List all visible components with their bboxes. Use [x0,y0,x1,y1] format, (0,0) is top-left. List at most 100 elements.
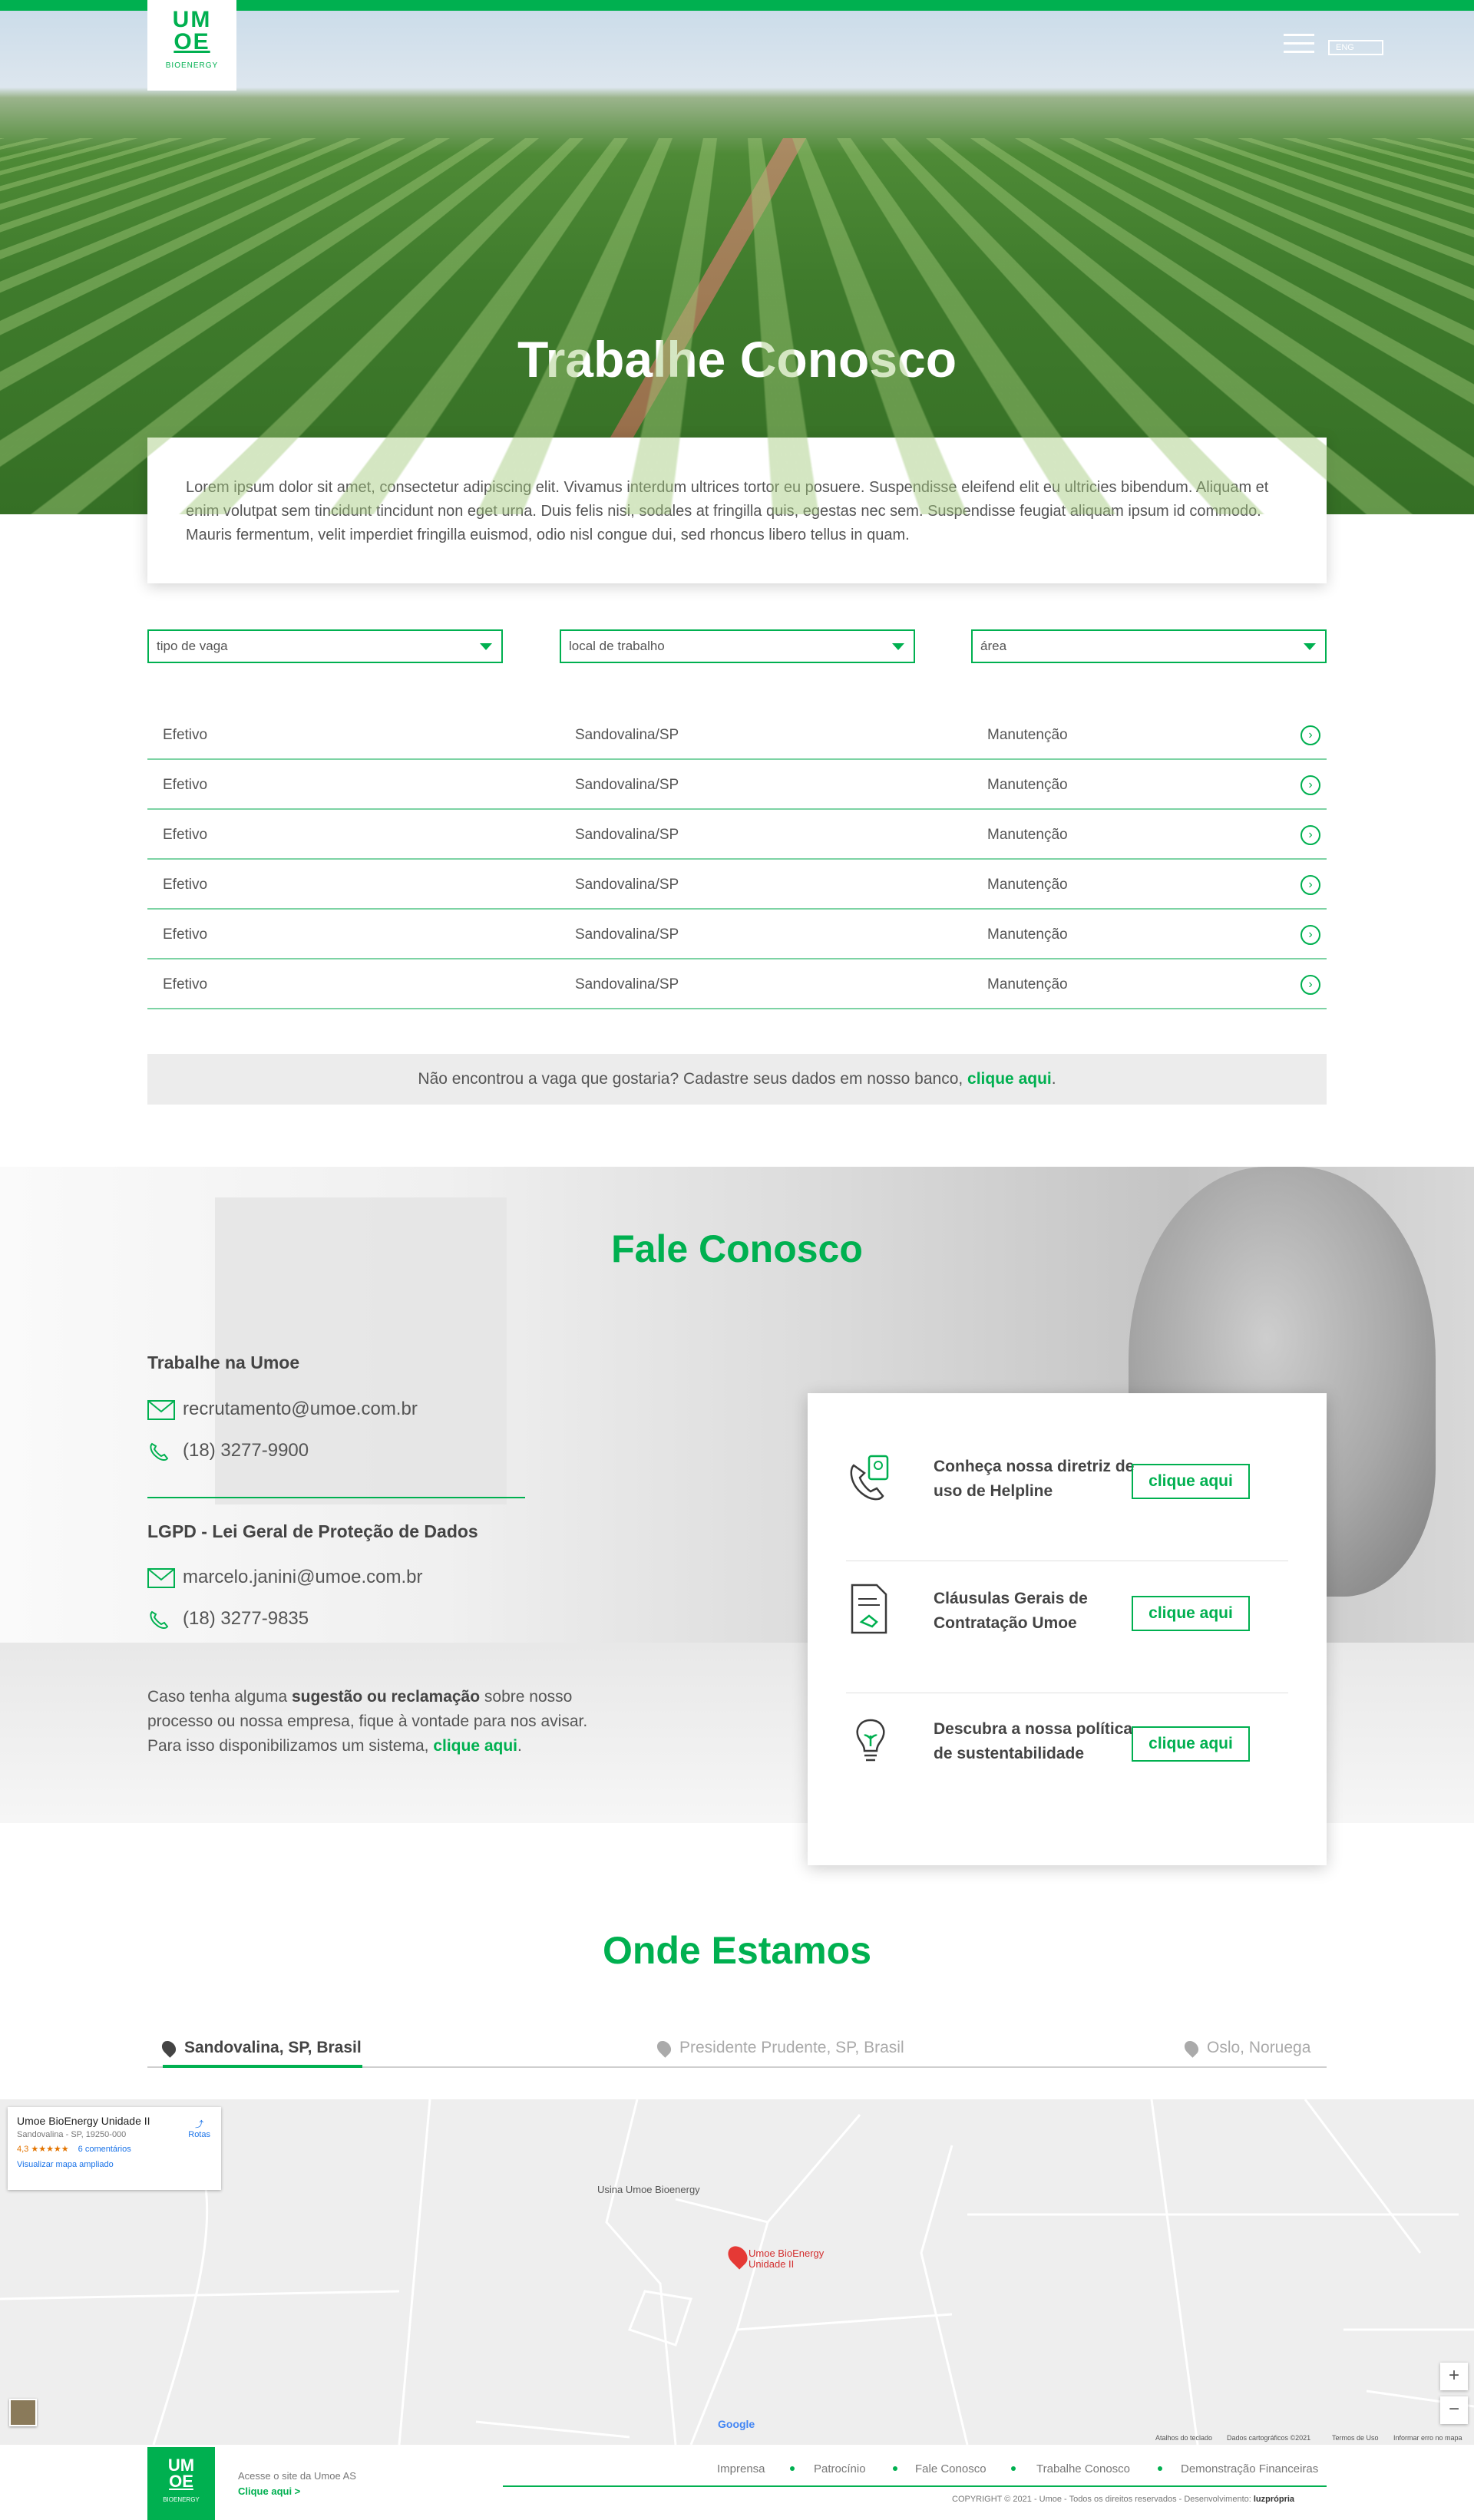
map-enlarge-link[interactable]: Visualizar mapa ampliado [17,2160,212,2169]
filter-area[interactable]: área [971,629,1327,663]
job-row[interactable]: Efetivo Sandovalina/SP Manutenção › [147,760,1327,810]
job-tipo: Efetivo [163,926,208,943]
arrow-right-icon[interactable]: › [1300,775,1320,795]
footer-nav-patrocinio[interactable]: Patrocínio [814,2462,866,2475]
directions-label: Rotas [188,2130,210,2139]
phone-icon [150,1610,169,1629]
footer-logo-sub: BIOENERGY [163,2496,200,2503]
footer-line [503,2485,1327,2487]
job-row[interactable]: Efetivo Sandovalina/SP Manutenção › [147,810,1327,860]
tab-label: Sandovalina, SP, Brasil [184,2039,362,2056]
footer-logo-bottom: OE [169,2472,193,2491]
policy-helpline-button[interactable]: clique aqui [1132,1464,1250,1499]
map-label-marker[interactable]: Umoe BioEnergy Unidade II [749,2248,825,2270]
mail-icon [147,1567,175,1588]
map-terms[interactable]: Termos de Uso [1332,2434,1379,2442]
notice-text: Não encontrou a vaga que gostaria? Cadas… [418,1070,968,1088]
location-pin-icon [159,2038,179,2059]
phone-text: (18) 3277-9835 [183,1608,309,1629]
zoom-out-button[interactable]: − [1440,2396,1468,2424]
chevron-down-icon [480,643,492,650]
arrow-right-icon[interactable]: › [1300,825,1320,845]
job-area: Manutenção [987,877,1068,893]
chevron-down-icon [1304,643,1316,650]
footer-site-link[interactable]: Clique aqui > [238,2485,300,2497]
contact-group2-phone[interactable]: (18) 3277-9835 [147,1608,309,1630]
phone-text: (18) 3277-9900 [183,1440,309,1461]
map-roads [0,2099,1474,2445]
arrow-right-icon[interactable]: › [1300,975,1320,995]
notice-end: . [1051,1070,1056,1088]
contact-title: Fale Conosco [611,1227,863,1270]
footer-site-text: Acesse o site da Umoe AS [238,2470,356,2482]
contract-icon [851,1584,887,1634]
policy-helpline: Conheça nossa diretriz de uso de Helplin… [846,1419,1288,1534]
footer-nav-imprensa[interactable]: Imprensa [717,2462,765,2475]
arrow-right-icon[interactable]: › [1300,875,1320,895]
footer-logo[interactable]: UM OE BIOENERGY [147,2447,215,2520]
footer-nav-demonstracao[interactable]: Demonstração Financeiras [1181,2462,1318,2475]
job-local: Sandovalina/SP [575,727,679,743]
job-local: Sandovalina/SP [575,827,679,843]
where-title: Onde Estamos [602,1929,872,1972]
footer-nav-fale-conosco[interactable]: Fale Conosco [915,2462,987,2475]
intro-text: Lorem ipsum dolor sit amet, consectetur … [147,438,1327,583]
email-text: marcelo.janini@umoe.com.br [183,1567,423,1587]
contact-group2-title: LGPD - Lei Geral de Proteção de Dados [147,1521,478,1541]
satellite-toggle[interactable] [9,2399,37,2426]
job-row[interactable]: Efetivo Sandovalina/SP Manutenção › [147,710,1327,760]
map-address: Sandovalina - SP, 19250-000 [17,2130,127,2139]
tab-sandovalina[interactable]: Sandovalina, SP, Brasil [159,2038,362,2059]
filter-tipo-vaga[interactable]: tipo de vaga [147,629,503,663]
tab-presidente-prudente[interactable]: Presidente Prudente, SP, Brasil [654,2038,904,2059]
directions-button[interactable]: ⤴ Rotas [188,2118,210,2139]
menu-icon[interactable] [1284,34,1314,58]
rating-stars: 4,3 ★★★★★ [17,2145,69,2154]
contact-group1-email[interactable]: recrutamento@umoe.com.br [147,1399,418,1420]
map-data: Dados cartográficos ©2021 [1227,2434,1311,2442]
job-row[interactable]: Efetivo Sandovalina/SP Manutenção › [147,959,1327,1009]
map-rating: 4,3 ★★★★★ 6 comentários [17,2144,212,2154]
developer-link[interactable]: luzprópria [1254,2495,1294,2504]
active-tab-indicator [163,2065,362,2068]
job-tipo: Efetivo [163,976,208,992]
zoom-in-button[interactable]: + [1440,2363,1468,2390]
arrow-right-icon[interactable]: › [1300,725,1320,745]
policy-contract-button[interactable]: clique aqui [1132,1596,1250,1631]
footer-nav-trabalhe-conosco[interactable]: Trabalhe Conosco [1036,2462,1130,2475]
map-label-usina[interactable]: Usina Umoe Bioenergy [597,2184,700,2195]
nav-dot [1011,2466,1016,2471]
phone-icon [150,1442,169,1461]
filter-local-trabalho[interactable]: local de trabalho [560,629,915,663]
note-link[interactable]: clique aqui [433,1737,517,1755]
job-tipo: Efetivo [163,777,208,793]
arrow-right-icon[interactable]: › [1300,925,1320,945]
feedback-note: Caso tenha alguma sugestão ou reclamação… [147,1685,608,1759]
logo-sub: BIOENERGY [165,61,219,70]
map-place-name: Umoe BioEnergy Unidade II [17,2115,150,2127]
note-text-1: Caso tenha alguma [147,1688,292,1706]
nav-dot [1158,2466,1162,2471]
note-bold: sugestão ou reclamação [291,1688,481,1706]
contact-group1-phone[interactable]: (18) 3277-9900 [147,1440,309,1461]
policy-sustainability-button[interactable]: clique aqui [1132,1726,1250,1762]
job-row[interactable]: Efetivo Sandovalina/SP Manutenção › [147,910,1327,959]
map-reviews-link[interactable]: 6 comentários [78,2145,131,2154]
language-select[interactable]: ENG [1328,40,1383,55]
contact-divider [147,1497,525,1498]
tab-oslo[interactable]: Oslo, Noruega [1182,2038,1310,2059]
job-row[interactable]: Efetivo Sandovalina/SP Manutenção › [147,860,1327,910]
contact-group2-email[interactable]: marcelo.janini@umoe.com.br [147,1567,422,1588]
policy-contract: Cláusulas Gerais de Contratação Umoe cli… [846,1551,1288,1666]
location-pin-icon [654,2038,674,2059]
notice-link[interactable]: clique aqui [967,1070,1052,1088]
job-tipo: Efetivo [163,877,208,893]
map[interactable] [0,2099,1474,2445]
map-shortcuts[interactable]: Atalhos do teclado [1155,2434,1212,2442]
map-report[interactable]: Informar erro no mapa [1393,2434,1462,2442]
job-tipo: Efetivo [163,727,208,743]
lightbulb-icon [856,1719,885,1762]
copyright-text: COPYRIGHT © 2021 - Umoe - Todos os direi… [952,2495,1254,2504]
logo[interactable]: UM OE BIOENERGY [147,0,236,91]
location-tabs: Sandovalina, SP, Brasil Presidente Prude… [147,2033,1327,2068]
